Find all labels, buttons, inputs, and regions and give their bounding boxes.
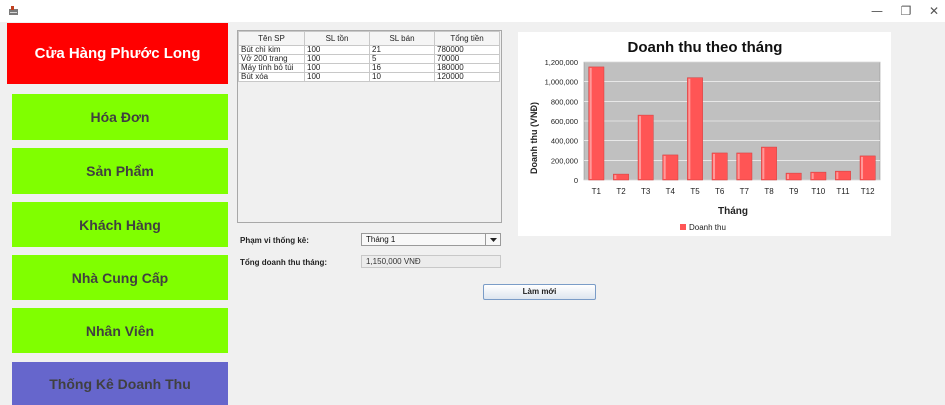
chart-y-axis-label: Doanh thu (VNĐ): [529, 102, 539, 174]
chart-bar-highlight: [688, 78, 691, 179]
product-sales-table: Tên SP SL tồn SL bán Tổng tiền Bút chì k…: [238, 31, 500, 82]
table-cell: 120000: [434, 72, 500, 82]
table-cell: Bút xóa: [238, 72, 305, 82]
column-header-stock[interactable]: SL tồn: [304, 31, 370, 46]
close-button[interactable]: ✕: [925, 2, 943, 20]
sidebar-item-revenue-stats[interactable]: Thống Kê Doanh Thu: [12, 362, 228, 405]
scope-select[interactable]: Tháng 1: [361, 233, 501, 246]
chart-x-tick-label: T3: [641, 187, 651, 196]
chart-x-tick-label: T5: [690, 187, 700, 196]
scope-label: Phạm vi thống kê:: [240, 236, 309, 245]
chart-x-axis-label: Tháng: [718, 206, 748, 217]
sidebar-item-customers[interactable]: Khách Hàng: [12, 202, 228, 247]
sidebar-item-products[interactable]: Sản Phẩm: [12, 148, 228, 194]
chart-y-tick-label: 1,000,000: [545, 78, 578, 87]
dropdown-arrow-icon[interactable]: [485, 234, 500, 245]
minimize-button[interactable]: —: [868, 2, 886, 20]
maximize-button[interactable]: ❐: [897, 2, 915, 20]
refresh-button[interactable]: Làm mới: [483, 284, 596, 300]
chart-y-tick-label: 600,000: [551, 117, 578, 126]
chart-y-tick-label: 400,000: [551, 137, 578, 146]
window-titlebar: — ❐ ✕: [0, 0, 945, 22]
chart-x-tick-label: T6: [715, 187, 725, 196]
chart-bar-highlight: [713, 153, 716, 179]
total-revenue-label: Tổng doanh thu tháng:: [240, 258, 328, 267]
table-cell: 10: [369, 72, 435, 82]
chart-x-tick-label: T1: [592, 187, 602, 196]
revenue-chart-panel: Doanh thu theo tháng Doanh thu (VNĐ) Thá…: [518, 32, 891, 236]
sidebar-item-employees[interactable]: Nhân Viên: [12, 308, 228, 353]
chart-y-tick-label: 0: [574, 176, 578, 185]
chart-x-tick-label: T10: [811, 187, 825, 196]
chart-bar-highlight: [787, 174, 790, 179]
chart-x-tick-label: T11: [836, 187, 850, 196]
revenue-bar-chart: Doanh thu theo tháng Doanh thu (VNĐ) Thá…: [529, 39, 881, 232]
java-app-icon: [9, 6, 18, 15]
column-header-total[interactable]: Tổng tiền: [434, 31, 500, 46]
table-cell: 21: [369, 45, 435, 55]
chart-x-tick-label: T8: [764, 187, 774, 196]
chart-bar-highlight: [639, 116, 642, 179]
chart-bar-highlight: [663, 155, 666, 179]
table-row[interactable]: Bút xóa 100 10 120000: [238, 72, 500, 82]
chart-x-tick-label: T2: [616, 187, 626, 196]
chart-y-tick-label: 1,200,000: [545, 58, 578, 67]
chart-bar-highlight: [861, 156, 864, 179]
chart-x-tick-label: T4: [666, 187, 676, 196]
chart-title: Doanh thu theo tháng: [628, 39, 783, 56]
table-cell: 100: [304, 72, 370, 82]
column-header-product-name[interactable]: Tên SP: [238, 31, 305, 46]
chart-bar-highlight: [614, 175, 617, 179]
chart-bar-highlight: [737, 153, 740, 179]
chart-y-tick-label: 200,000: [551, 156, 578, 165]
chart-bar-highlight: [836, 172, 839, 179]
chart-y-tick-label: 800,000: [551, 97, 578, 106]
chart-bar-highlight: [762, 148, 765, 179]
sidebar-item-suppliers[interactable]: Nhà Cung Cấp: [12, 255, 228, 300]
chart-bar-highlight: [811, 173, 814, 179]
column-header-sold[interactable]: SL bán: [369, 31, 435, 46]
sidebar-item-invoices[interactable]: Hóa Đơn: [12, 94, 228, 140]
chart-x-tick-label: T7: [740, 187, 750, 196]
store-name-header: Cửa Hàng Phước Long: [7, 23, 228, 84]
legend-label: Doanh thu: [689, 223, 726, 232]
chart-x-tick-label: T9: [789, 187, 799, 196]
scope-select-value: Tháng 1: [366, 235, 396, 244]
total-revenue-field: 1,150,000 VNĐ: [361, 255, 501, 268]
chart-x-tick-label: T12: [861, 187, 875, 196]
legend-swatch: [680, 224, 686, 230]
chart-bar-highlight: [589, 67, 592, 179]
